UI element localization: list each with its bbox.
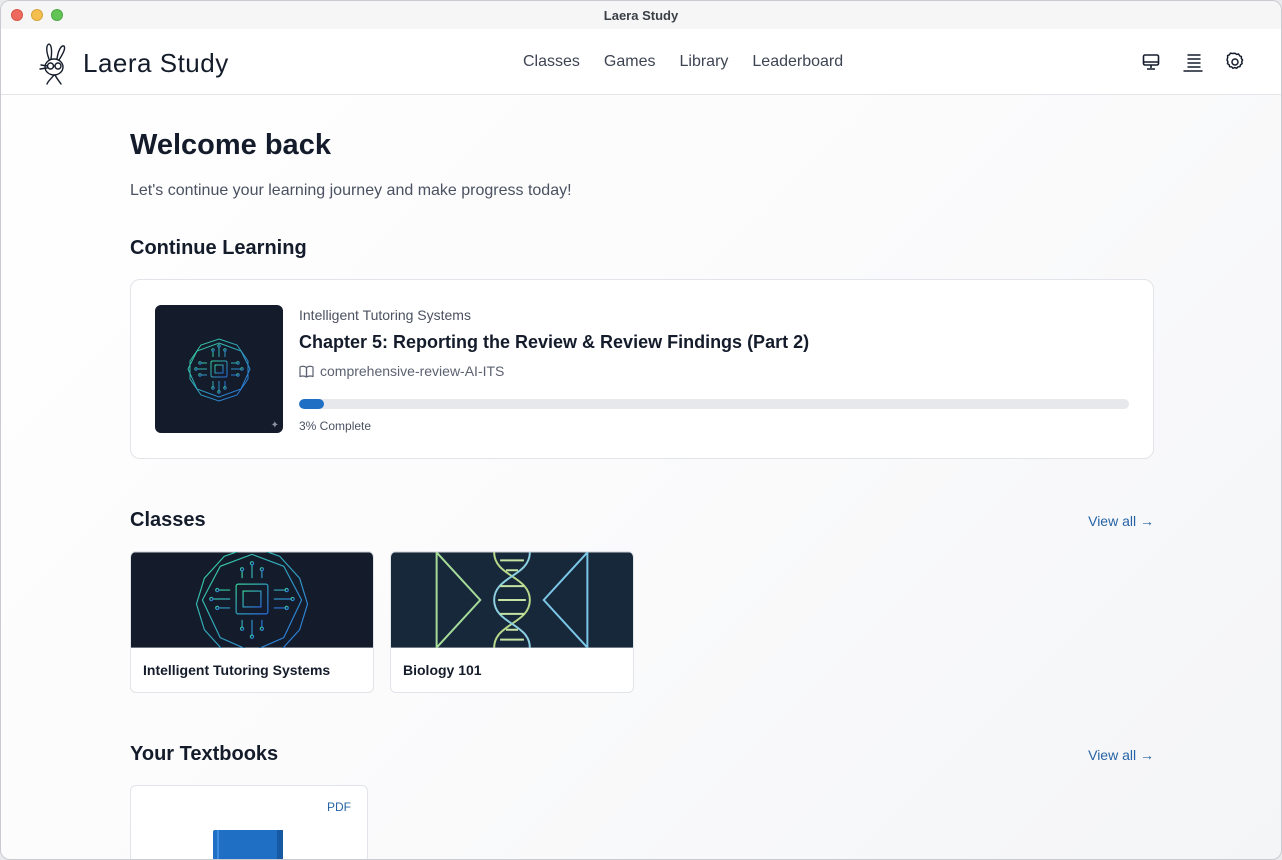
brand[interactable]: Laera Study (37, 41, 229, 85)
sparkle-icon: ✦ (270, 420, 279, 431)
dna-banner-icon (391, 552, 633, 648)
class-name: Intelligent Tutoring Systems (143, 662, 331, 678)
window-controls (11, 9, 63, 21)
app-window: Laera Study Laera Study Classes Games Li… (0, 0, 1282, 860)
gear-icon[interactable] (1223, 51, 1247, 73)
textbooks-title: Your Textbooks (130, 743, 279, 765)
progress-bar (299, 399, 1129, 409)
course-name: Intelligent Tutoring Systems (299, 307, 471, 323)
open-book-icon (299, 365, 314, 378)
circuit-banner-icon (131, 552, 373, 648)
classes-view-all-link[interactable]: View all → (1088, 513, 1154, 529)
nav-library[interactable]: Library (679, 53, 728, 71)
classes-title: Classes (130, 509, 206, 531)
textbook-reference: comprehensive-review-AI-ITS (299, 363, 504, 379)
rabbit-logo-icon (39, 43, 66, 85)
page-title: Welcome back (130, 129, 331, 161)
maximize-window-button[interactable] (51, 9, 63, 21)
nav-leaderboard[interactable]: Leaderboard (752, 53, 843, 71)
header-actions (1139, 51, 1247, 73)
nav-classes[interactable]: Classes (523, 53, 580, 71)
app-header: Laera Study Classes Games Library Leader… (1, 29, 1281, 95)
page-subtitle: Let's continue your learning journey and… (130, 182, 572, 199)
progress-fill (299, 399, 324, 409)
book-cover-icon (213, 830, 283, 859)
monitor-icon[interactable] (1139, 51, 1163, 73)
minimize-window-button[interactable] (31, 9, 43, 21)
course-thumbnail: ✦ (155, 305, 283, 433)
window-title: Laera Study (603, 7, 679, 23)
textbook-card[interactable]: PDF (130, 785, 368, 859)
continue-learning-card[interactable]: ✦ Intelligent Tutoring Systems Chapter 5… (130, 279, 1154, 459)
continue-learning-title: Continue Learning (130, 237, 307, 259)
pdf-badge: PDF (327, 800, 351, 814)
progress-label: 3% Complete (299, 419, 372, 433)
textbook-name: comprehensive-review-AI-ITS (320, 363, 505, 379)
text-align-icon[interactable] (1181, 51, 1205, 73)
class-card-biology-101[interactable]: Biology 101 (390, 551, 634, 693)
title-bar: Laera Study (1, 1, 1281, 29)
nav-games[interactable]: Games (604, 53, 656, 71)
main-nav: Classes Games Library Leaderboard (523, 53, 843, 71)
close-window-button[interactable] (11, 9, 23, 21)
brand-name: Laera Study (83, 47, 229, 78)
class-card-intelligent-tutoring-systems[interactable]: Intelligent Tutoring Systems (130, 551, 374, 693)
chapter-title[interactable]: Chapter 5: Reporting the Review & Review… (299, 332, 809, 353)
class-name: Biology 101 (403, 662, 482, 678)
circuit-chip-icon (187, 338, 251, 402)
textbooks-view-all-link[interactable]: View all → (1088, 747, 1154, 763)
